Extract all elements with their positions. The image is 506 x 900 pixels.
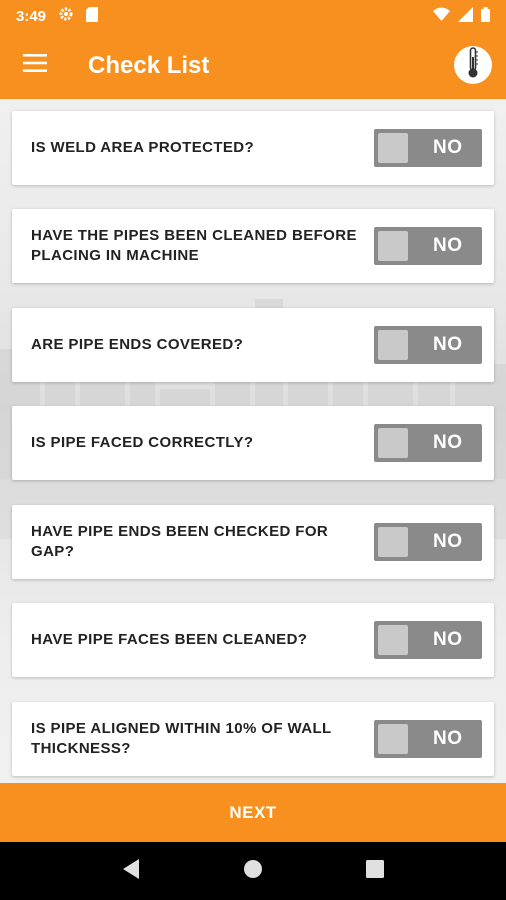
toggle-label: NO: [433, 334, 463, 355]
question-text: IS WELD AREA PROTECTED?: [31, 139, 255, 156]
toggle-thumb[interactable]: [378, 724, 408, 754]
home-icon: [243, 859, 263, 884]
checklist-item: IS WELD AREA PROTECTED? NO: [12, 111, 494, 185]
question-text: IS PIPE ALIGNED WITHIN 10% OF WALL THICK…: [31, 720, 332, 757]
toggle-switch[interactable]: NO: [374, 227, 482, 265]
toggle-thumb[interactable]: [378, 625, 408, 655]
question-text: ARE PIPE ENDS COVERED?: [31, 336, 244, 353]
status-time: 3:49: [16, 7, 47, 25]
checklist-item: HAVE THE PIPES BEEN CLEANED BEFORE PLACI…: [12, 209, 494, 283]
battery-icon: [481, 6, 490, 26]
next-button-label: NEXT: [229, 802, 277, 822]
question-text: IS PIPE FACED CORRECTLY?: [31, 434, 254, 451]
toggle-label: NO: [433, 432, 463, 453]
thermometer-button[interactable]: [454, 46, 492, 84]
back-button[interactable]: [111, 851, 151, 891]
system-nav-bar: [0, 842, 506, 900]
toggle-label: NO: [433, 629, 463, 650]
toggle-label: NO: [433, 137, 463, 158]
toggle-thumb[interactable]: [378, 527, 408, 557]
sd-card-icon: [86, 6, 99, 26]
cellular-signal-icon: [458, 6, 473, 26]
checklist-item: HAVE PIPE FACES BEEN CLEANED? NO: [12, 603, 494, 677]
toggle-switch[interactable]: NO: [374, 129, 482, 167]
menu-button[interactable]: [0, 32, 70, 99]
toggle-switch[interactable]: NO: [374, 523, 482, 561]
toggle-label: NO: [433, 531, 463, 552]
back-icon: [121, 858, 141, 885]
toggle-switch[interactable]: NO: [374, 621, 482, 659]
next-button[interactable]: NEXT: [0, 783, 506, 842]
home-button[interactable]: [233, 851, 273, 891]
hamburger-menu-icon: [23, 54, 47, 77]
checklist-item: ARE PIPE ENDS COVERED? NO: [12, 308, 494, 382]
toggle-switch[interactable]: NO: [374, 720, 482, 758]
toggle-switch[interactable]: NO: [374, 326, 482, 364]
question-text: HAVE THE PIPES BEEN CLEANED BEFORE PLACI…: [31, 227, 357, 264]
toggle-thumb[interactable]: [378, 330, 408, 360]
recents-button[interactable]: [355, 851, 395, 891]
toggle-label: NO: [433, 728, 463, 749]
status-bar: 3:49: [0, 0, 506, 32]
question-text: HAVE PIPE ENDS BEEN CHECKED FOR GAP?: [31, 523, 329, 560]
settings-gear-icon: [58, 6, 74, 26]
recents-icon: [366, 859, 384, 883]
checklist-item: IS PIPE FACED CORRECTLY? NO: [12, 406, 494, 480]
app-bar: Check List: [0, 32, 506, 99]
toggle-thumb[interactable]: [378, 428, 408, 458]
checklist-content[interactable]: IS WELD AREA PROTECTED? NO HAVE THE PIPE…: [0, 99, 506, 783]
thermometer-icon: [465, 46, 481, 84]
toggle-thumb[interactable]: [378, 133, 408, 163]
toggle-switch[interactable]: NO: [374, 424, 482, 462]
page-title: Check List: [88, 51, 210, 79]
wifi-icon: [433, 7, 450, 25]
toggle-label: NO: [433, 235, 463, 256]
toggle-thumb[interactable]: [378, 231, 408, 261]
checklist-item: HAVE PIPE ENDS BEEN CHECKED FOR GAP? NO: [12, 505, 494, 579]
checklist-item: IS PIPE ALIGNED WITHIN 10% OF WALL THICK…: [12, 702, 494, 776]
question-text: HAVE PIPE FACES BEEN CLEANED?: [31, 631, 308, 648]
